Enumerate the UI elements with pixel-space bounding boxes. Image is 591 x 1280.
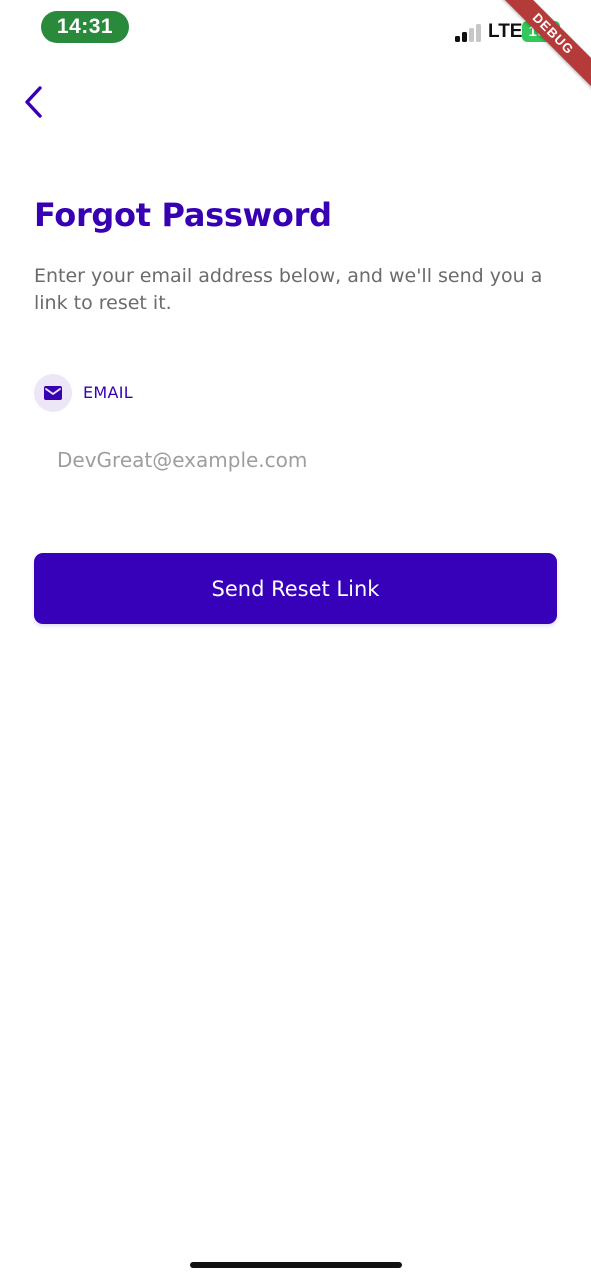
email-field-label: EMAIL	[83, 383, 133, 402]
debug-banner: DEBUG	[491, 0, 591, 100]
chevron-left-icon	[25, 86, 42, 118]
page-subtitle: Enter your email address below, and we'l…	[34, 265, 543, 314]
signal-strength-icon	[455, 22, 483, 42]
debug-ribbon-label: DEBUG	[496, 0, 591, 91]
back-button[interactable]	[14, 82, 54, 122]
page-title: Forgot Password	[34, 196, 332, 234]
email-icon-badge	[34, 374, 72, 412]
status-time: 14:31	[41, 11, 129, 43]
email-input[interactable]	[34, 432, 556, 488]
home-indicator[interactable]	[190, 1262, 402, 1268]
mail-icon	[44, 386, 62, 400]
forgot-password-screen: 14:31 LTE 100 DEBUG Forgot Password Ente…	[0, 0, 591, 1280]
send-reset-link-button[interactable]: Send Reset Link	[34, 553, 557, 624]
